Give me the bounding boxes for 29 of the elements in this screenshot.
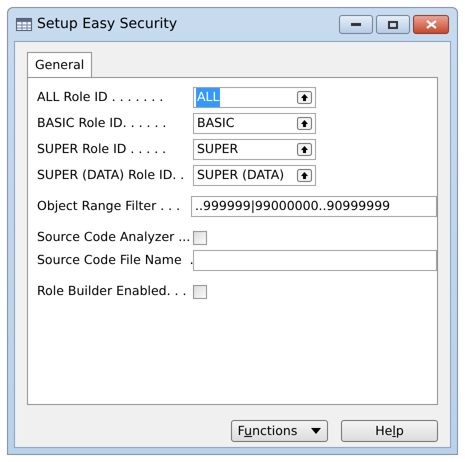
menu-button[interactable]: Functions — [231, 420, 328, 442]
dropdown-arrow-icon — [311, 428, 322, 434]
field-label: SUPER Role ID . . . . . — [37, 140, 168, 158]
lookup-field[interactable]: SUPER (DATA) — [193, 165, 316, 186]
close-icon — [426, 20, 436, 29]
tab[interactable]: General — [27, 52, 92, 78]
field-label: BASIC Role ID. . . . . . — [37, 114, 168, 132]
field-label: Role Builder Enabled. . . — [37, 282, 188, 300]
dialog-button[interactable]: Help — [341, 420, 438, 442]
field-value: BASIC — [196, 114, 236, 132]
checkbox[interactable] — [193, 230, 207, 244]
text-field[interactable] — [193, 250, 437, 271]
window-title: Setup Easy Security — [37, 15, 178, 34]
lookup-field[interactable]: BASIC — [193, 113, 316, 134]
table-icon — [16, 18, 32, 31]
field-value: SUPER (DATA) — [196, 166, 286, 184]
lookup-field[interactable]: SUPER — [193, 139, 316, 160]
field-label: Object Range Filter . . . — [37, 197, 182, 216]
checkbox[interactable] — [193, 284, 207, 298]
maximize-button[interactable] — [376, 15, 410, 34]
field-label: SUPER (DATA) Role ID. . — [37, 166, 186, 184]
field-label: Source Code Analyzer ... — [37, 228, 192, 246]
field-label: Source Code File Name . — [37, 251, 193, 270]
field-value: ALL — [196, 88, 220, 107]
minimize-button[interactable] — [339, 15, 373, 34]
close-button[interactable] — [413, 15, 449, 34]
text-field[interactable]: ..999999|99000000..90999999 — [191, 196, 437, 217]
field-label: ALL Role ID . . . . . . . — [37, 88, 164, 106]
field-value: SUPER — [196, 140, 240, 158]
